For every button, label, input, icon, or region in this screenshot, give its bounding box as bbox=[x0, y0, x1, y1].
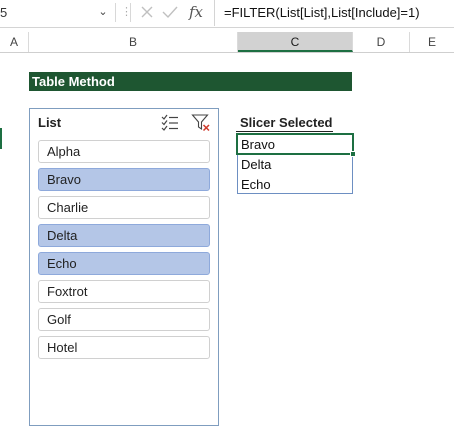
formula-input[interactable]: =FILTER(List[List],List[Include]=1) bbox=[214, 0, 454, 26]
slicer-item-golf[interactable]: Golf bbox=[38, 308, 210, 331]
slicer-item-echo[interactable]: Echo bbox=[38, 252, 210, 275]
slicer-item-foxtrot[interactable]: Foxtrot bbox=[38, 280, 210, 303]
formula-bar: 5 ⌄ ⋮ fx =FILTER(List[List],List[Include… bbox=[0, 0, 454, 28]
cancel-icon[interactable] bbox=[137, 2, 157, 22]
fill-handle[interactable] bbox=[350, 151, 356, 157]
slicer-item-charlie[interactable]: Charlie bbox=[38, 196, 210, 219]
result-cell[interactable]: Delta bbox=[241, 155, 271, 175]
list-slicer[interactable]: List Alpha Bravo Charlie Delta Echo Foxt… bbox=[29, 108, 219, 426]
column-header-d[interactable]: D bbox=[353, 32, 410, 52]
column-header-b[interactable]: B bbox=[29, 32, 238, 52]
clear-filter-icon[interactable] bbox=[191, 113, 211, 133]
active-cell-border bbox=[236, 133, 354, 155]
worksheet[interactable]: Table Method List Alpha Bravo Charlie De… bbox=[0, 53, 454, 426]
insert-function-icon[interactable]: fx bbox=[186, 2, 206, 22]
formula-bar-divider bbox=[115, 3, 116, 22]
column-header-e[interactable]: E bbox=[410, 32, 454, 52]
table-method-header[interactable]: Table Method bbox=[29, 72, 352, 91]
slicer-item-hotel[interactable]: Hotel bbox=[38, 336, 210, 359]
slicer-item-delta[interactable]: Delta bbox=[38, 224, 210, 247]
slicer-selected-header[interactable]: Slicer Selected bbox=[240, 115, 333, 130]
column-header-a[interactable]: A bbox=[0, 32, 29, 52]
slicer-title: List bbox=[38, 115, 62, 130]
enter-icon[interactable] bbox=[160, 2, 180, 22]
result-cell[interactable]: Echo bbox=[241, 175, 271, 195]
name-box[interactable]: 5 bbox=[0, 5, 7, 20]
multi-select-icon[interactable] bbox=[160, 113, 180, 133]
column-header: A B C D E bbox=[0, 32, 454, 53]
name-box-dropdown-icon[interactable]: ⌄ bbox=[96, 4, 110, 20]
slicer-item-bravo[interactable]: Bravo bbox=[38, 168, 210, 191]
column-header-c[interactable]: C bbox=[238, 32, 353, 52]
header-underline bbox=[236, 131, 333, 132]
slicer-item-alpha[interactable]: Alpha bbox=[38, 140, 210, 163]
formula-bar-divider bbox=[130, 3, 131, 22]
row-selection-marker bbox=[0, 128, 2, 149]
